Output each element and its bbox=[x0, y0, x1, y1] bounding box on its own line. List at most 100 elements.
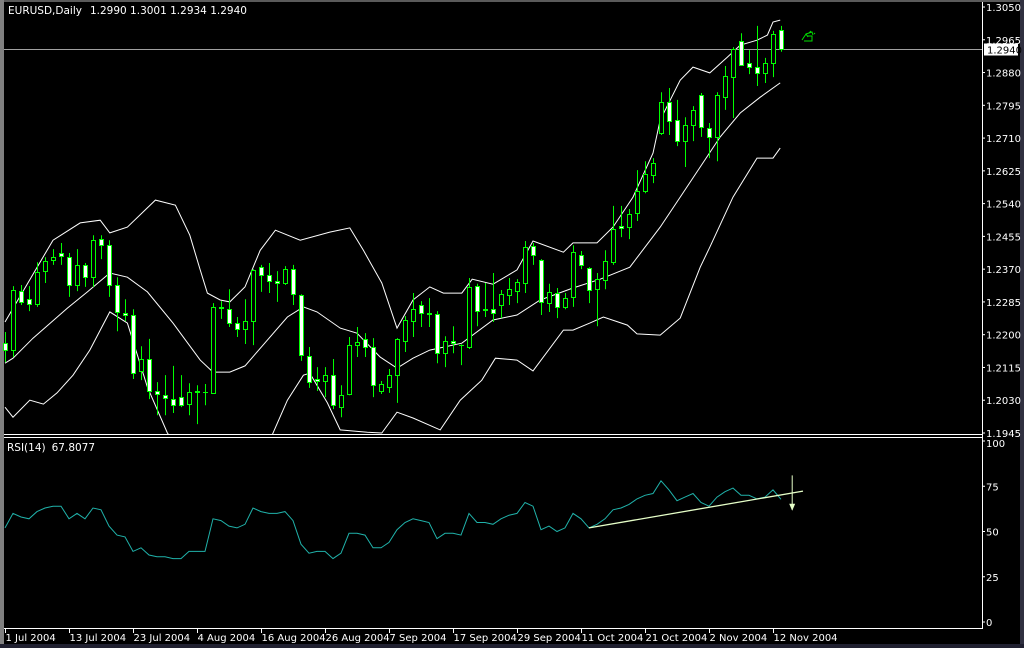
price-tick-label: 1.2710 bbox=[986, 134, 1021, 145]
candle bbox=[723, 65, 728, 110]
candle-body bbox=[779, 30, 784, 50]
rsi-tick-label: 25 bbox=[986, 573, 999, 584]
candle-body bbox=[155, 391, 160, 395]
candle-body bbox=[547, 292, 552, 304]
candle-body bbox=[19, 291, 24, 303]
candle bbox=[179, 375, 184, 408]
candle-body bbox=[691, 110, 696, 126]
candle bbox=[235, 316, 240, 338]
price-tick-label: 1.2285 bbox=[986, 298, 1021, 309]
price-tick-label: 1.2795 bbox=[986, 101, 1021, 112]
candle bbox=[67, 252, 72, 297]
candle bbox=[259, 264, 264, 292]
candle-body bbox=[107, 245, 112, 286]
candle bbox=[779, 25, 784, 52]
candle bbox=[683, 117, 688, 167]
candle bbox=[571, 245, 576, 307]
candle-body bbox=[667, 102, 672, 122]
candle bbox=[107, 240, 112, 297]
candle bbox=[739, 33, 744, 66]
candle bbox=[187, 383, 192, 416]
candle bbox=[419, 301, 424, 327]
chart-window[interactable]: EURUSD,Daily 1.2990 1.3001 1.2934 1.2940 … bbox=[0, 0, 1024, 648]
candle bbox=[475, 283, 480, 327]
price-tick-label: 1.2200 bbox=[986, 331, 1021, 342]
candle bbox=[3, 331, 8, 363]
candle-body bbox=[211, 307, 216, 394]
candle bbox=[731, 47, 736, 119]
candle-body bbox=[355, 342, 360, 346]
candle bbox=[499, 289, 504, 319]
candle bbox=[395, 338, 400, 403]
rsi-panel[interactable]: RSI(14) 67.8077 bbox=[4, 437, 982, 629]
candle-body bbox=[539, 260, 544, 303]
time-tick-label: 17 Sep 2004 bbox=[454, 633, 517, 644]
chart-canvas[interactable]: EURUSD,Daily 1.2990 1.3001 1.2934 1.2940 … bbox=[0, 0, 1024, 648]
candle-body bbox=[595, 279, 600, 290]
time-tick-label: 4 Aug 2004 bbox=[198, 633, 256, 644]
candle-body bbox=[491, 309, 496, 314]
candle-body bbox=[571, 252, 576, 298]
candle-body bbox=[387, 375, 392, 388]
candle-body bbox=[275, 281, 280, 284]
candle-body bbox=[259, 267, 264, 276]
candle bbox=[59, 242, 64, 265]
time-axis[interactable]: 1 Jul 2004 13 Jul 2004 23 Jul 2004 4 Aug 20… bbox=[5, 629, 838, 644]
bid-price-text: 1.2940 bbox=[987, 46, 1022, 57]
candle-body bbox=[475, 286, 480, 312]
candle-body bbox=[251, 270, 256, 322]
candle-body bbox=[267, 275, 272, 282]
candle-body bbox=[99, 239, 104, 246]
expert-advisor-icon[interactable] bbox=[801, 30, 816, 42]
candle-body bbox=[435, 314, 440, 354]
candle-body bbox=[515, 282, 520, 292]
time-tick-label: 13 Jul 2004 bbox=[70, 633, 127, 644]
rsi-axis: 100 75 50 25 0 bbox=[982, 439, 1005, 629]
candle bbox=[371, 338, 376, 398]
candle-body bbox=[43, 261, 48, 272]
candle bbox=[139, 346, 144, 381]
candle bbox=[547, 283, 552, 312]
time-tick-label: 29 Sep 2004 bbox=[518, 633, 581, 644]
candle-body bbox=[83, 265, 88, 278]
candle bbox=[155, 382, 160, 416]
candle bbox=[715, 92, 720, 162]
candle-body bbox=[227, 309, 232, 324]
candle-body bbox=[299, 295, 304, 356]
candle-body bbox=[219, 307, 224, 309]
candle bbox=[243, 299, 248, 344]
candle bbox=[115, 277, 120, 332]
candle bbox=[707, 123, 712, 159]
candle-body bbox=[427, 313, 432, 315]
candle bbox=[267, 262, 272, 294]
candle-body bbox=[627, 214, 632, 228]
candle-body bbox=[171, 399, 176, 406]
candle-body bbox=[483, 309, 488, 311]
candle-body bbox=[611, 229, 616, 263]
candle-body bbox=[755, 67, 760, 74]
candle bbox=[675, 99, 680, 147]
candle bbox=[331, 358, 336, 410]
candle bbox=[291, 264, 296, 306]
candle bbox=[691, 106, 696, 142]
time-tick-label: 11 Oct 2004 bbox=[582, 633, 644, 644]
time-tick-label: 23 Jul 2004 bbox=[134, 633, 191, 644]
candle-body bbox=[67, 257, 72, 286]
candle-body bbox=[403, 320, 408, 342]
candle-body bbox=[499, 294, 504, 306]
time-tick-label: 2 Nov 2004 bbox=[710, 633, 768, 644]
candle-body bbox=[739, 41, 744, 66]
candle-body bbox=[715, 95, 720, 138]
candle-body bbox=[699, 95, 704, 128]
price-tick-label: 1.2625 bbox=[986, 167, 1021, 178]
price-tick-label: 1.2370 bbox=[986, 265, 1021, 276]
candle-body bbox=[619, 226, 624, 229]
candle bbox=[51, 249, 56, 265]
candle-body bbox=[467, 287, 472, 348]
candle bbox=[771, 30, 776, 78]
candle-body bbox=[451, 341, 456, 344]
bollinger-upper-band bbox=[4, 19, 781, 330]
price-panel[interactable]: EURUSD,Daily 1.2990 1.3001 1.2934 1.2940 bbox=[3, 5, 983, 466]
price-axis[interactable]: 1.30501.29651.28801.27951.27101.26251.25… bbox=[982, 3, 1021, 440]
candle bbox=[171, 365, 176, 413]
